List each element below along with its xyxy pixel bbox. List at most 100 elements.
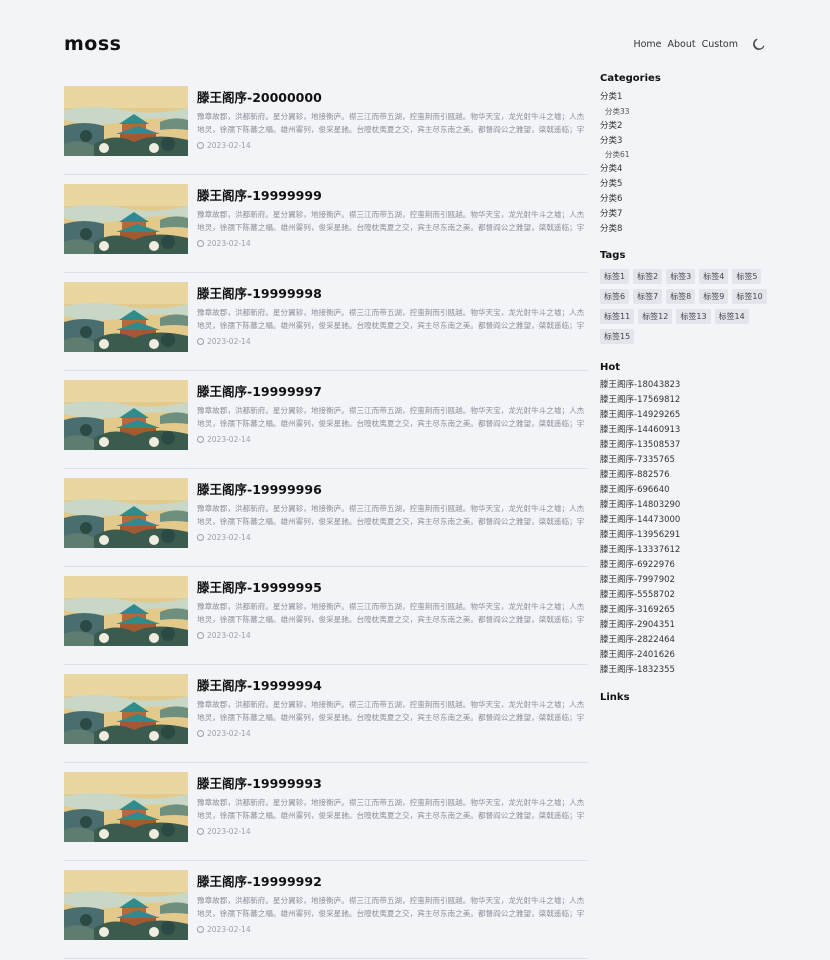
hot-item[interactable]: 滕王阁序-5558702 bbox=[600, 588, 770, 603]
post-title[interactable]: 滕王阁序-19999992 bbox=[197, 871, 588, 890]
tag-item[interactable]: 标签5 bbox=[732, 269, 762, 285]
hot-item[interactable]: 滕王阁序-696640 bbox=[600, 483, 770, 498]
tag-item[interactable]: 标签14 bbox=[714, 309, 749, 325]
post-title[interactable]: 滕王阁序-20000000 bbox=[197, 87, 588, 106]
subcategory-item[interactable]: 分类33 bbox=[600, 105, 770, 119]
hot-item[interactable]: 滕王阁序-14929265 bbox=[600, 408, 770, 423]
nav-home[interactable]: Home bbox=[633, 39, 661, 50]
tags-section: Tags 标签1 标签2 标签3 标签4 标签5 标签6 标签7 标签8 标签9 标签10 标签11… bbox=[600, 250, 770, 345]
post-thumbnail[interactable] bbox=[64, 184, 188, 254]
post-date: 2023-02-14 bbox=[207, 925, 251, 934]
category-item[interactable]: 分类7 bbox=[600, 207, 770, 222]
post-item: 滕王阁序-19999995 豫章故郡，洪都新府。星分翼轸，地接衡庐。襟三江而带五… bbox=[64, 568, 588, 665]
post-thumbnail[interactable] bbox=[64, 86, 188, 156]
post-thumbnail[interactable] bbox=[64, 478, 188, 548]
post-title[interactable]: 滕王阁序-19999994 bbox=[197, 675, 588, 694]
post-date: 2023-02-14 bbox=[207, 141, 251, 150]
post-item: 滕王阁序-19999999 豫章故郡，洪都新府。星分翼轸，地接衡庐。襟三江而带五… bbox=[64, 176, 588, 273]
post-info: 滕王阁序-19999993 豫章故郡，洪都新府。星分翼轸，地接衡庐。襟三江而带五… bbox=[197, 764, 588, 860]
post-thumbnail[interactable] bbox=[64, 282, 188, 352]
post-thumbnail[interactable] bbox=[64, 576, 188, 646]
post-date-row: 2023-02-14 bbox=[197, 925, 588, 934]
tag-item[interactable]: 标签13 bbox=[676, 309, 711, 325]
post-item: 滕王阁序-19999997 豫章故郡，洪都新府。星分翼轸，地接衡庐。襟三江而带五… bbox=[64, 372, 588, 469]
hot-item[interactable]: 滕王阁序-17569812 bbox=[600, 393, 770, 408]
tag-item[interactable]: 标签1 bbox=[600, 269, 630, 285]
hot-item[interactable]: 滕王阁序-7335765 bbox=[600, 453, 770, 468]
category-item[interactable]: 分类8 bbox=[600, 222, 770, 237]
moon-icon[interactable] bbox=[752, 37, 766, 51]
hot-item[interactable]: 滕王阁序-6922976 bbox=[600, 558, 770, 573]
post-date-row: 2023-02-14 bbox=[197, 827, 588, 836]
post-thumbnail[interactable] bbox=[64, 380, 188, 450]
post-excerpt: 豫章故郡，洪都新府。星分翼轸，地接衡庐。襟三江而带五湖，控蛮荆而引瓯越。物华天宝… bbox=[197, 406, 585, 428]
post-info: 滕王阁序-19999998 豫章故郡，洪都新府。星分翼轸，地接衡庐。襟三江而带五… bbox=[197, 274, 588, 370]
tag-item[interactable]: 标签6 bbox=[600, 289, 630, 305]
category-item[interactable]: 分类6 bbox=[600, 192, 770, 207]
post-thumbnail[interactable] bbox=[64, 870, 188, 940]
post-item: 滕王阁序-19999996 豫章故郡，洪都新府。星分翼轸，地接衡庐。襟三江而带五… bbox=[64, 470, 588, 567]
site-logo[interactable]: moss bbox=[64, 33, 121, 55]
links-section: Links bbox=[600, 692, 770, 703]
category-item[interactable]: 分类4 bbox=[600, 162, 770, 177]
tag-item[interactable]: 标签3 bbox=[666, 269, 696, 285]
post-excerpt: 豫章故郡，洪都新府。星分翼轸，地接衡庐。襟三江而带五湖，控蛮荆而引瓯越。物华天宝… bbox=[197, 798, 585, 820]
tag-item[interactable]: 标签2 bbox=[633, 269, 663, 285]
post-item: 滕王阁序-20000000 豫章故郡，洪都新府。星分翼轸，地接衡庐。襟三江而带五… bbox=[64, 78, 588, 175]
post-title[interactable]: 滕王阁序-19999998 bbox=[197, 283, 588, 302]
clock-icon bbox=[197, 338, 204, 345]
tag-item[interactable]: 标签15 bbox=[600, 329, 635, 345]
post-title[interactable]: 滕王阁序-19999996 bbox=[197, 479, 588, 498]
hot-section: Hot 滕王阁序-18043823 滕王阁序-17569812 滕王阁序-14929… bbox=[600, 362, 770, 678]
hot-item[interactable]: 滕王阁序-882576 bbox=[600, 468, 770, 483]
hot-item[interactable]: 滕王阁序-2822464 bbox=[600, 633, 770, 648]
tag-item[interactable]: 标签9 bbox=[699, 289, 729, 305]
post-date: 2023-02-14 bbox=[207, 729, 251, 738]
tag-item[interactable]: 标签7 bbox=[633, 289, 663, 305]
tag-item[interactable]: 标签12 bbox=[638, 309, 673, 325]
nav-about[interactable]: About bbox=[668, 39, 696, 50]
hot-item[interactable]: 滕王阁序-1832355 bbox=[600, 663, 770, 678]
post-title[interactable]: 滕王阁序-19999999 bbox=[197, 185, 588, 204]
post-date-row: 2023-02-14 bbox=[197, 729, 588, 738]
post-excerpt: 豫章故郡，洪都新府。星分翼轸，地接衡庐。襟三江而带五湖，控蛮荆而引瓯越。物华天宝… bbox=[197, 700, 585, 722]
tag-item[interactable]: 标签11 bbox=[600, 309, 635, 325]
hot-item[interactable]: 滕王阁序-18043823 bbox=[600, 378, 770, 393]
hot-item[interactable]: 滕王阁序-14460913 bbox=[600, 423, 770, 438]
hot-item[interactable]: 滕王阁序-14473000 bbox=[600, 513, 770, 528]
post-thumbnail[interactable] bbox=[64, 674, 188, 744]
hot-item[interactable]: 滕王阁序-14803290 bbox=[600, 498, 770, 513]
hot-item[interactable]: 滕王阁序-7997902 bbox=[600, 573, 770, 588]
category-item[interactable]: 分类5 bbox=[600, 177, 770, 192]
hot-item[interactable]: 滕王阁序-13337612 bbox=[600, 543, 770, 558]
category-item[interactable]: 分类2 bbox=[600, 119, 770, 134]
category-item[interactable]: 分类3 bbox=[600, 134, 770, 149]
post-date: 2023-02-14 bbox=[207, 631, 251, 640]
clock-icon bbox=[197, 632, 204, 639]
hot-item[interactable]: 滕王阁序-3169265 bbox=[600, 603, 770, 618]
post-title[interactable]: 滕王阁序-19999995 bbox=[197, 577, 588, 596]
subcategory-item[interactable]: 分类61 bbox=[600, 148, 770, 162]
category-item[interactable]: 分类1 bbox=[600, 90, 770, 105]
post-date-row: 2023-02-14 bbox=[197, 141, 588, 150]
post-title[interactable]: 滕王阁序-19999993 bbox=[197, 773, 588, 792]
tags-title: Tags bbox=[600, 250, 626, 262]
tag-item[interactable]: 标签8 bbox=[666, 289, 696, 305]
hot-item[interactable]: 滕王阁序-2401626 bbox=[600, 648, 770, 663]
tag-item[interactable]: 标签4 bbox=[699, 269, 729, 285]
nav-custom[interactable]: Custom bbox=[702, 39, 738, 50]
post-excerpt: 豫章故郡，洪都新府。星分翼轸，地接衡庐。襟三江而带五湖，控蛮荆而引瓯越。物华天宝… bbox=[197, 896, 585, 918]
post-info: 滕王阁序-19999999 豫章故郡，洪都新府。星分翼轸，地接衡庐。襟三江而带五… bbox=[197, 176, 588, 272]
post-info: 滕王阁序-19999997 豫章故郡，洪都新府。星分翼轸，地接衡庐。襟三江而带五… bbox=[197, 372, 588, 468]
hot-item[interactable]: 滕王阁序-13508537 bbox=[600, 438, 770, 453]
hot-item[interactable]: 滕王阁序-2904351 bbox=[600, 618, 770, 633]
post-title[interactable]: 滕王阁序-19999997 bbox=[197, 381, 588, 400]
tag-item[interactable]: 标签10 bbox=[732, 289, 767, 305]
hot-item[interactable]: 滕王阁序-13956291 bbox=[600, 528, 770, 543]
post-item: 滕王阁序-19999998 豫章故郡，洪都新府。星分翼轸，地接衡庐。襟三江而带五… bbox=[64, 274, 588, 371]
post-info: 滕王阁序-19999992 豫章故郡，洪都新府。星分翼轸，地接衡庐。襟三江而带五… bbox=[197, 862, 588, 958]
post-date: 2023-02-14 bbox=[207, 337, 251, 346]
categories-title: Categories bbox=[600, 73, 661, 84]
site-header: moss Home About Custom bbox=[64, 30, 766, 58]
post-thumbnail[interactable] bbox=[64, 772, 188, 842]
